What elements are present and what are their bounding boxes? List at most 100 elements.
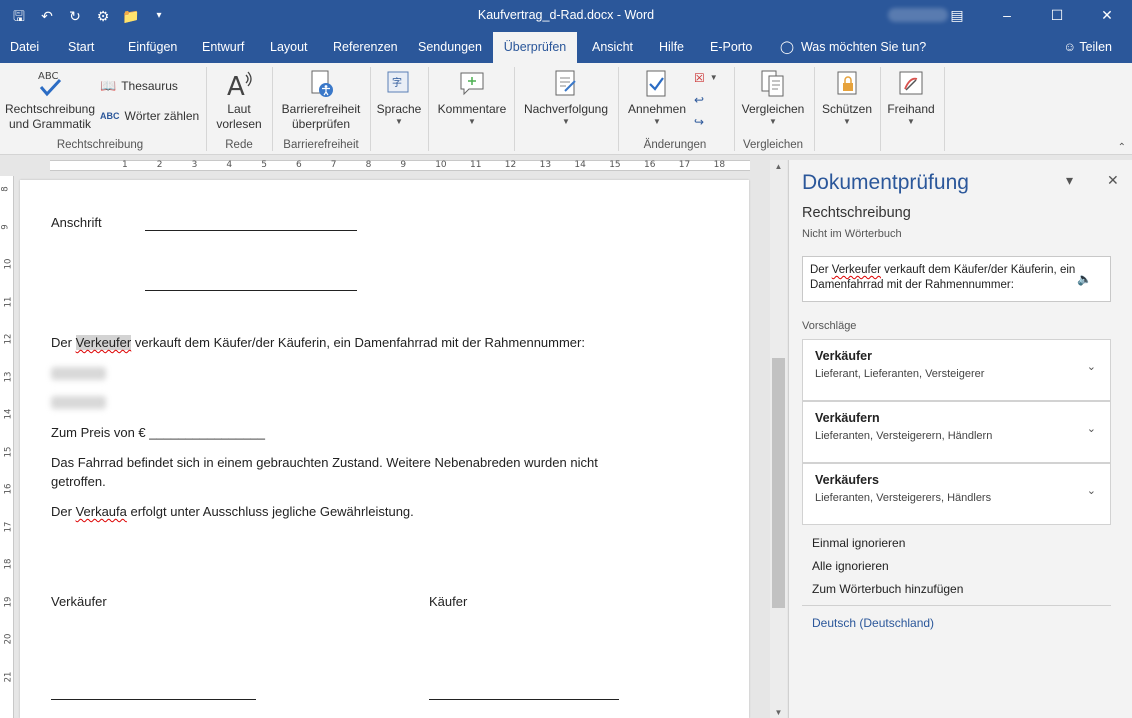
condition-line-2: getroffen. <box>51 474 106 489</box>
chevron-down-icon: ▼ <box>562 117 570 126</box>
tab-referenzen[interactable]: Referenzen <box>323 32 408 63</box>
read-aloud-label-2: vorlesen <box>216 117 262 131</box>
suggestion-synonyms: Lieferant, Lieferanten, Versteigerer <box>815 368 985 380</box>
accessibility-button[interactable]: Barrierefreiheit überprüfen <box>278 69 364 132</box>
misspelled-word-2[interactable]: Verkaufa <box>76 504 127 519</box>
horizontal-ruler[interactable]: 1 2 3 4 5 6 7 8 9 10 11 12 13 14 15 16 17 18 <box>0 156 770 175</box>
ruler-number: 17 <box>3 521 14 532</box>
next-change-button[interactable]: ↪ <box>694 115 704 129</box>
chevron-down-icon: ▼ <box>843 117 851 126</box>
ruler-number: 15 <box>609 160 621 170</box>
spelling-grammar-button[interactable]: ABC Rechtschreibung und Grammatik <box>4 69 96 132</box>
tab-layout[interactable]: Layout <box>260 32 318 63</box>
tab-start[interactable]: Start <box>58 32 104 63</box>
ruler-number: 16 <box>3 483 14 495</box>
speaker-icon[interactable]: 🔈 <box>1077 272 1092 287</box>
lock-icon <box>837 71 857 95</box>
proofing-pane: Dokumentprüfung ▾ ✕ Rechtschreibung Nich… <box>788 160 1132 718</box>
ruler-number: 10 <box>3 258 14 270</box>
warranty-post: erfolgt unter Ausschluss jegliche Gewähr… <box>126 504 414 519</box>
chevron-down-icon[interactable]: ⌄ <box>1087 360 1096 373</box>
tab-sendungen[interactable]: Sendungen <box>408 32 492 63</box>
compare-button[interactable]: Vergleichen ▼ <box>740 69 806 127</box>
document-page[interactable]: Anschrift Der Verkeufer verkauft dem Käu… <box>20 180 749 718</box>
close-pane-icon[interactable]: ✕ <box>1107 172 1119 189</box>
scroll-up-icon[interactable]: ▲ <box>770 162 787 171</box>
share-button[interactable]: ☺ Teilen <box>1063 32 1112 63</box>
group-separator <box>370 67 371 151</box>
tracking-button[interactable]: Nachverfolgung ▼ <box>520 69 612 127</box>
previous-change-icon: ↩ <box>694 93 705 107</box>
ignore-once-button[interactable]: Einmal ignorieren <box>812 536 905 550</box>
chevron-down-icon[interactable]: ⌄ <box>1087 484 1096 497</box>
ignore-all-button[interactable]: Alle ignorieren <box>812 559 889 573</box>
read-aloud-button[interactable]: A Laut vorlesen <box>212 69 266 132</box>
buyer-signature-line <box>429 699 619 700</box>
ruler-number: 10 <box>435 160 447 170</box>
tab-einfuegen[interactable]: Einfügen <box>118 32 187 63</box>
comments-label: Kommentare <box>437 102 507 116</box>
tab-entwurf[interactable]: Entwurf <box>192 32 254 63</box>
chevron-down-icon: ▼ <box>468 117 476 126</box>
suggestion-word: Verkäufern <box>815 411 880 425</box>
read-aloud-label-1: Laut <box>227 102 251 116</box>
thesaurus-button[interactable]: 📖 Thesaurus <box>100 78 178 94</box>
ribbon-tabs: Datei Start Einfügen Entwurf Layout Refe… <box>0 32 1132 63</box>
suggestion-word: Verkäufer <box>815 349 872 363</box>
wordcount-button[interactable]: ABC Wörter zählen <box>100 109 199 123</box>
pane-options-icon[interactable]: ▾ <box>1066 172 1073 189</box>
ruler-number: 12 <box>3 333 14 345</box>
suggestion-item[interactable]: Verkäufers Lieferanten, Versteigerers, H… <box>802 463 1111 525</box>
sale-sentence-pre: Der <box>51 335 76 350</box>
suggestion-item[interactable]: Verkäufer Lieferant, Lieferanten, Verste… <box>802 339 1111 401</box>
chevron-down-icon: ▼ <box>769 117 777 126</box>
scroll-thumb[interactable] <box>772 358 785 608</box>
minimize-icon[interactable]: – <box>982 0 1032 30</box>
accept-button[interactable]: Annehmen ▼ <box>624 69 690 127</box>
scroll-down-icon[interactable]: ▼ <box>770 708 787 717</box>
address-label: Anschrift <box>51 215 102 230</box>
seller-signature-line <box>51 699 256 700</box>
reject-button[interactable]: ☒ ▼ <box>694 71 718 85</box>
thesaurus-label: Thesaurus <box>121 79 178 93</box>
close-icon[interactable]: ✕ <box>1082 0 1132 30</box>
pane-subsection: Nicht im Wörterbuch <box>802 228 902 240</box>
chevron-down-icon: ▼ <box>709 73 718 82</box>
next-change-icon: ↪ <box>694 115 705 129</box>
ruler-number: 8 <box>365 160 372 170</box>
vertical-scrollbar[interactable]: ▲ ▼ <box>770 160 787 718</box>
vertical-ruler[interactable]: 8 9 10 11 12 13 14 15 16 17 18 19 20 21 <box>0 176 14 718</box>
buyer-label: Käufer <box>429 594 468 609</box>
ruler-number: 5 <box>261 160 267 170</box>
ruler-number: 16 <box>644 160 656 170</box>
maximize-icon[interactable]: ☐ <box>1032 0 1082 30</box>
collapse-ribbon-icon[interactable]: ⌃ <box>1118 142 1126 153</box>
tracking-label: Nachverfolgung <box>523 102 609 116</box>
ruler-number: 19 <box>3 596 14 607</box>
tell-me-search[interactable]: ◯ Was möchten Sie tun? <box>780 32 926 63</box>
group-separator <box>206 67 207 151</box>
accept-icon <box>646 70 666 97</box>
misspelled-word[interactable]: Verkeufer <box>75 335 132 350</box>
add-to-dictionary-button[interactable]: Zum Wörterbuch hinzufügen <box>812 582 963 596</box>
tab-ansicht[interactable]: Ansicht <box>582 32 643 63</box>
redacted-frame-number <box>51 367 106 380</box>
suggestion-item[interactable]: Verkäufern Lieferanten, Versteigerern, H… <box>802 401 1111 463</box>
ruler-number: 4 <box>226 160 233 170</box>
tab-ueberpruefen[interactable]: Überprüfen <box>493 32 577 63</box>
tab-eporto[interactable]: E-Porto <box>700 32 762 63</box>
ruler-number: 12 <box>504 160 517 170</box>
ink-button[interactable]: Freihand ▼ <box>884 69 938 127</box>
ruler-number: 3 <box>191 160 198 170</box>
tab-hilfe[interactable]: Hilfe <box>649 32 694 63</box>
protect-button[interactable]: Schützen ▼ <box>820 69 874 127</box>
language-button[interactable]: 字 Sprache ▼ <box>374 69 424 127</box>
previous-change-button[interactable]: ↩ <box>694 93 704 107</box>
ribbon-display-icon[interactable]: ▤ <box>932 0 982 30</box>
price-line: Zum Preis von € ________________ <box>51 425 265 440</box>
tab-datei[interactable]: Datei <box>0 32 49 63</box>
chevron-down-icon[interactable]: ⌄ <box>1087 422 1096 435</box>
ribbon: ABC Rechtschreibung und Grammatik 📖 Thes… <box>0 63 1132 155</box>
language-link[interactable]: Deutsch (Deutschland) <box>812 616 934 630</box>
comments-button[interactable]: Kommentare ▼ <box>434 69 510 127</box>
